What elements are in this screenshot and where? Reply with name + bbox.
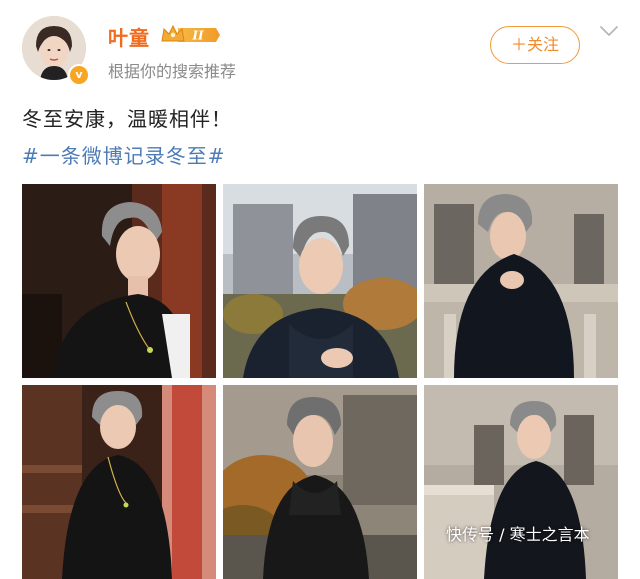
photo-4-image: [22, 385, 216, 579]
username[interactable]: 叶童: [108, 22, 150, 51]
verified-icon: v: [68, 64, 90, 86]
photo-1[interactable]: [22, 184, 216, 378]
vip-level: II: [191, 29, 204, 43]
hashtag-link[interactable]: #一条微博记录冬至#: [22, 140, 226, 169]
chevron-down-icon[interactable]: [600, 24, 618, 38]
photo-6[interactable]: [424, 385, 618, 579]
photo-2[interactable]: [223, 184, 417, 378]
photo-2-image: [223, 184, 417, 378]
photo-4[interactable]: [22, 385, 216, 579]
follow-button[interactable]: ＋关注: [490, 26, 580, 64]
photo-3[interactable]: [424, 184, 618, 378]
photo-3-image: [424, 184, 618, 378]
recommend-reason: 根据你的搜索推荐: [108, 62, 237, 81]
post-text: 冬至安康，温暖相伴！: [22, 107, 232, 131]
photo-5[interactable]: [223, 385, 417, 579]
watermark-text: 快传号 / 寒士之言本: [446, 525, 590, 544]
photo-6-image: [424, 385, 618, 579]
post-header: v 叶童 II 根据你的搜索推荐 ＋关注: [0, 0, 640, 90]
crown-icon: II: [161, 24, 220, 43]
photo-1-image: [22, 184, 216, 378]
photo-5-image: [223, 385, 417, 579]
